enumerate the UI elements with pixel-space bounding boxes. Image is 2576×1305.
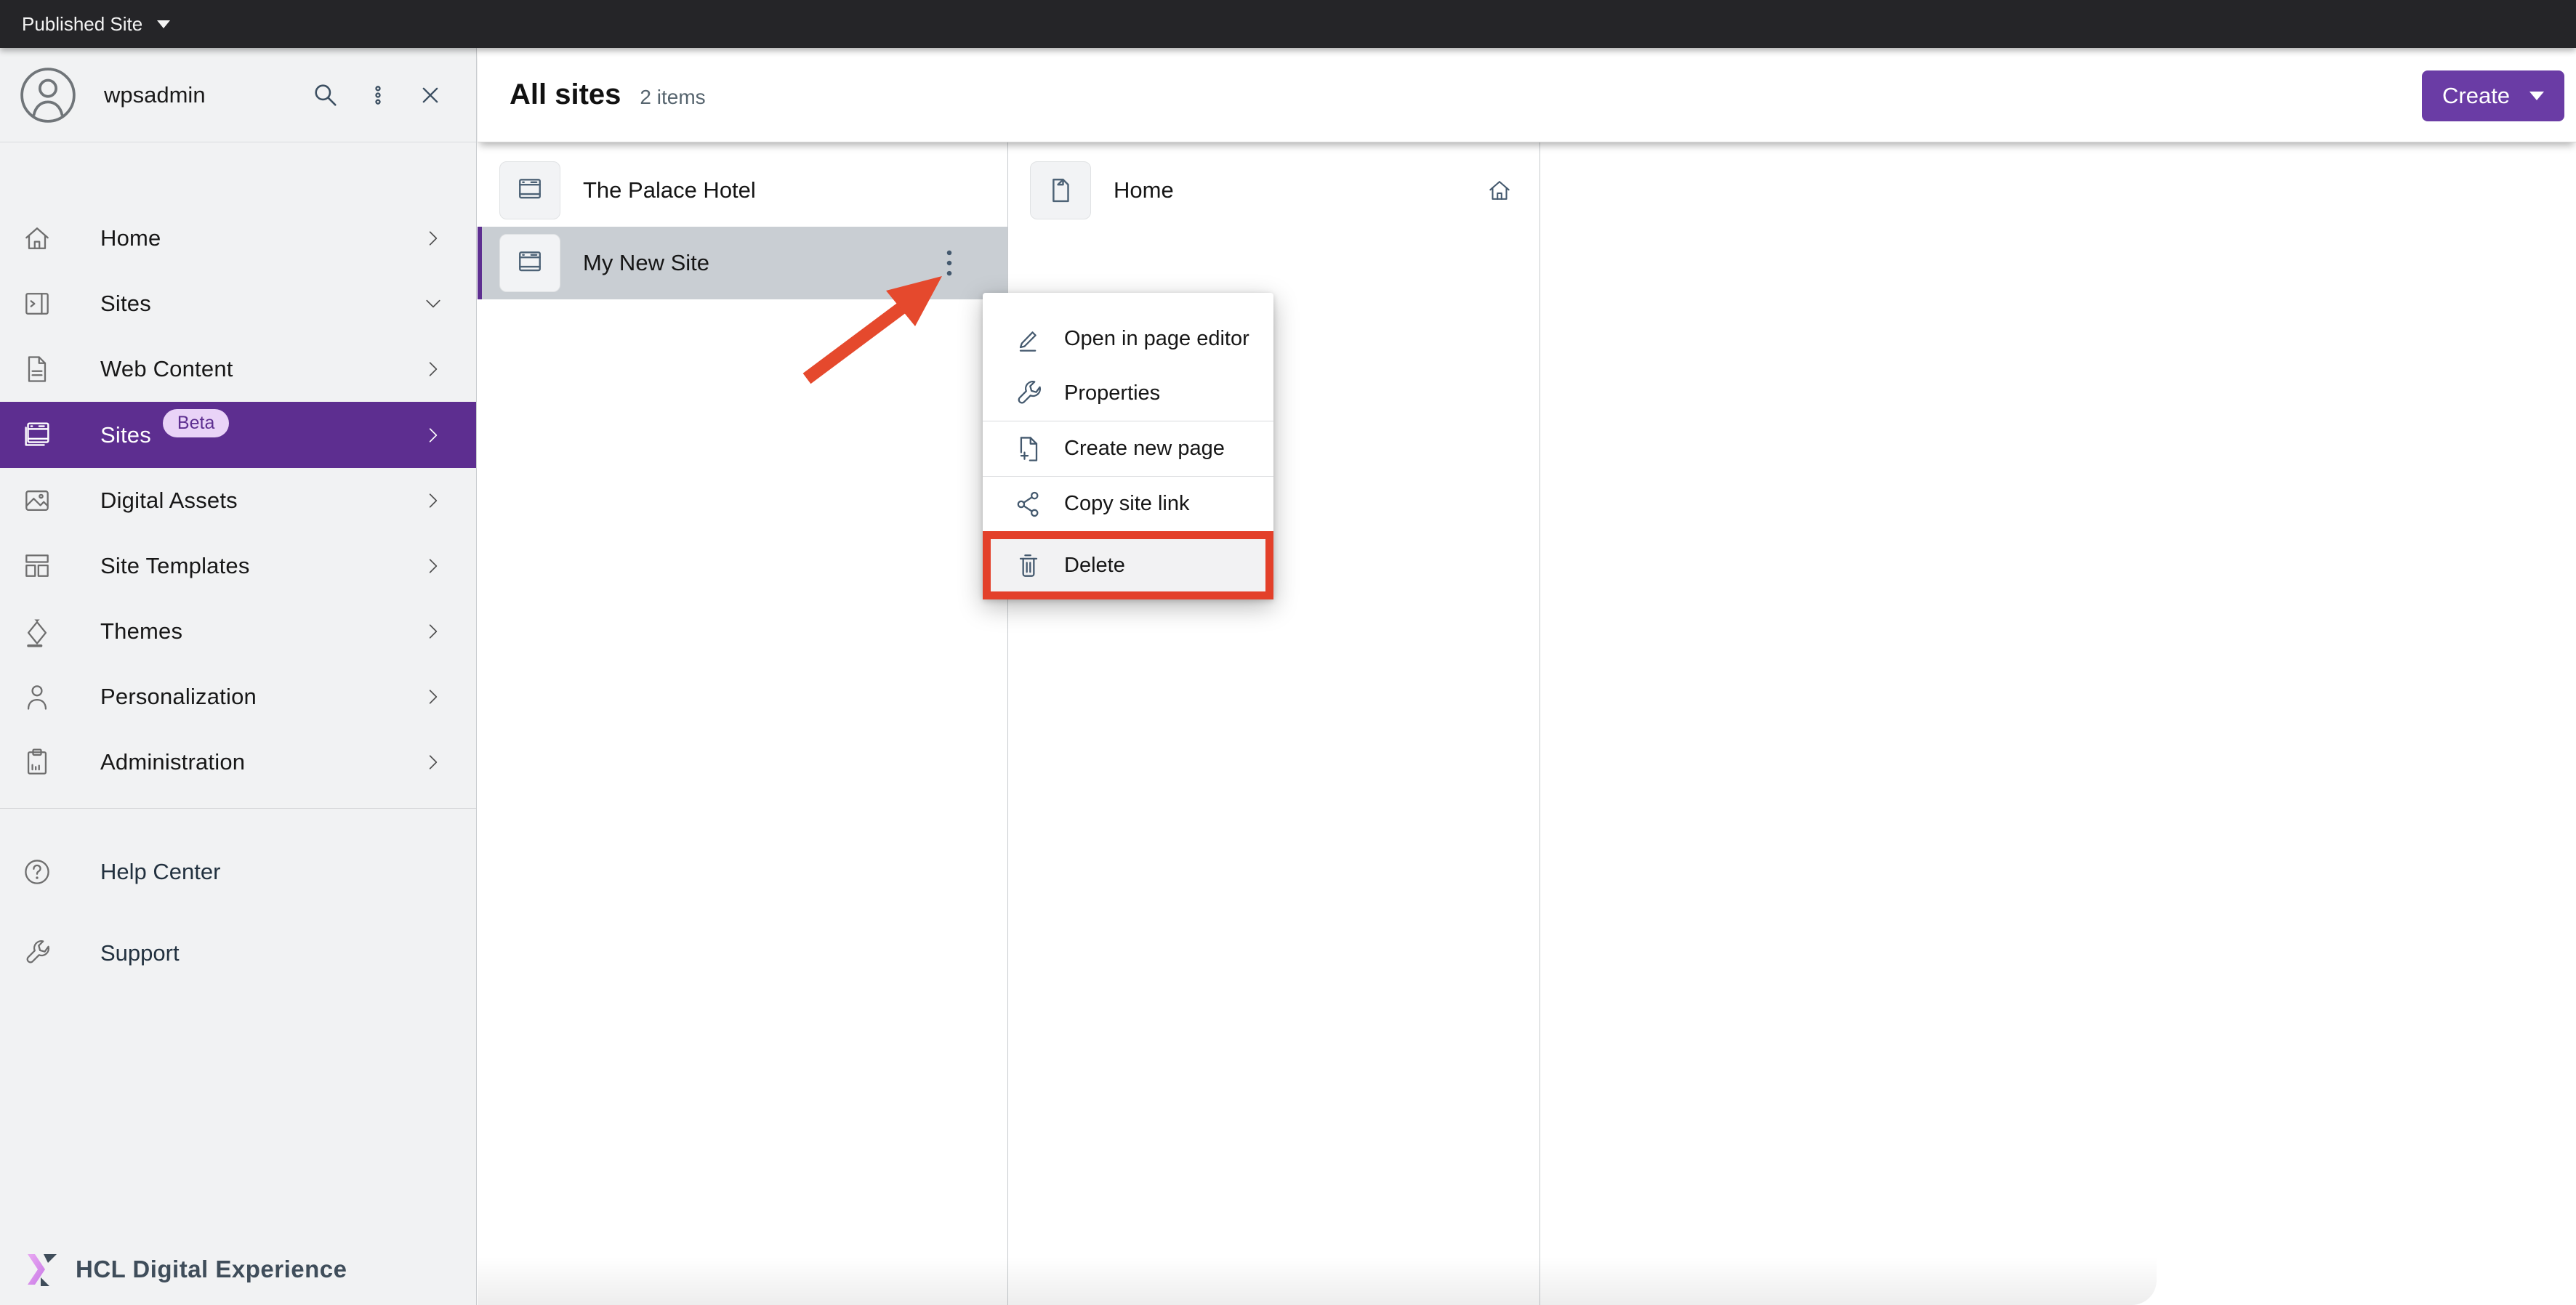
menu-item-open-in-page-editor[interactable]: Open in page editor xyxy=(983,312,1273,366)
layout-icon xyxy=(20,549,54,583)
username: wpsadmin xyxy=(104,82,309,108)
page-add-icon xyxy=(1012,432,1045,466)
chevron-right-icon xyxy=(422,686,444,708)
chevron-right-icon xyxy=(422,227,444,249)
chevron-down-icon xyxy=(157,20,170,28)
chevron-down-icon xyxy=(422,293,444,315)
trash-icon xyxy=(1012,549,1045,582)
site-row-palace-hotel[interactable]: The Palace Hotel xyxy=(478,154,1007,227)
sidebar: wpsadmin Home xyxy=(0,48,477,1305)
home-page-indicator-icon xyxy=(1486,177,1513,204)
brand-text: HCL Digital Experience xyxy=(76,1256,347,1283)
delete-highlight-box: Delete xyxy=(983,531,1273,599)
home-icon xyxy=(20,222,54,255)
avatar[interactable] xyxy=(18,65,78,125)
bottom-shadow xyxy=(478,1257,2157,1305)
chevron-right-icon xyxy=(422,555,444,577)
menu-item-copy-site-link[interactable]: Copy site link xyxy=(983,477,1273,531)
page-icon xyxy=(1030,161,1091,219)
sidebar-item-home[interactable]: Home xyxy=(0,206,476,271)
clipboard-chart-icon xyxy=(20,746,54,779)
sites-beta-icon xyxy=(20,419,54,452)
edit-pencil-icon xyxy=(1012,323,1045,356)
site-selector-dropdown[interactable]: Published Site xyxy=(0,13,170,36)
sidebar-item-site-templates[interactable]: Site Templates xyxy=(0,533,476,599)
site-icon xyxy=(499,161,560,219)
sidebar-item-sites-beta[interactable]: Sites Beta xyxy=(0,402,476,468)
sidebar-item-sites[interactable]: Sites xyxy=(0,271,476,336)
chevron-right-icon xyxy=(422,358,444,380)
kebab-menu-icon[interactable] xyxy=(361,78,395,112)
sites-columns: The Palace Hotel My New Site xyxy=(478,142,2576,1305)
chevron-right-icon xyxy=(422,424,444,446)
sites-panel-icon xyxy=(20,287,54,320)
site-context-menu: Open in page editor Properties Create ne… xyxy=(983,293,1273,599)
sidebar-user-header: wpsadmin xyxy=(0,48,476,142)
person-icon xyxy=(20,680,54,714)
beta-badge: Beta xyxy=(163,409,229,437)
document-icon xyxy=(20,352,54,386)
items-count: 2 items xyxy=(640,81,705,109)
row-kebab-menu-icon[interactable] xyxy=(933,243,965,283)
hcl-dx-admin-screen: Published Site English HCL xyxy=(0,0,2576,1305)
chevron-down-icon xyxy=(2529,92,2544,100)
wrench-icon xyxy=(1012,377,1045,411)
site-icon xyxy=(499,234,560,292)
content-header: All sites 2 items Create xyxy=(478,48,2576,142)
sidebar-nav: Home Sites Web Content xyxy=(0,206,476,795)
chevron-right-icon xyxy=(422,751,444,773)
sidebar-item-themes[interactable]: Themes xyxy=(0,599,476,664)
help-icon xyxy=(20,855,54,889)
site-selector-label: Published Site xyxy=(22,13,142,36)
sidebar-item-support[interactable]: Support xyxy=(0,923,476,984)
close-icon[interactable] xyxy=(414,78,447,112)
sidebar-item-web-content[interactable]: Web Content xyxy=(0,336,476,402)
menu-item-properties[interactable]: Properties xyxy=(983,366,1273,421)
image-icon xyxy=(20,484,54,517)
empty-detail-area xyxy=(1540,142,2576,1305)
menu-item-delete[interactable]: Delete xyxy=(991,539,1265,591)
create-button[interactable]: Create xyxy=(2422,70,2564,121)
site-row-my-new-site[interactable]: My New Site xyxy=(478,227,1007,299)
page-row-home[interactable]: Home xyxy=(1008,154,1539,227)
sidebar-item-administration[interactable]: Administration xyxy=(0,730,476,795)
share-link-icon xyxy=(1012,488,1045,521)
sidebar-item-personalization[interactable]: Personalization xyxy=(0,664,476,730)
theme-diamond-icon xyxy=(20,615,54,648)
sites-column: The Palace Hotel My New Site xyxy=(478,142,1008,1305)
sidebar-divider xyxy=(0,808,476,809)
sidebar-item-help-center[interactable]: Help Center xyxy=(0,841,476,902)
topbar: Published Site English HCL xyxy=(0,0,2576,48)
chevron-right-icon xyxy=(422,621,444,642)
sidebar-item-digital-assets[interactable]: Digital Assets xyxy=(0,468,476,533)
brand-footer: HCL Digital Experience xyxy=(22,1251,347,1288)
main-content: All sites 2 items Create The Palace Hote… xyxy=(478,48,2576,1305)
hcl-dx-logo-icon xyxy=(22,1251,60,1288)
menu-item-create-new-page[interactable]: Create new page xyxy=(983,421,1273,476)
sidebar-footer-nav: Help Center Support xyxy=(0,841,476,1004)
search-icon[interactable] xyxy=(309,78,342,112)
chevron-right-icon xyxy=(422,490,444,512)
sidebar-header-actions xyxy=(309,78,476,112)
page-title: All sites xyxy=(510,78,621,111)
wrench-icon xyxy=(20,937,54,970)
